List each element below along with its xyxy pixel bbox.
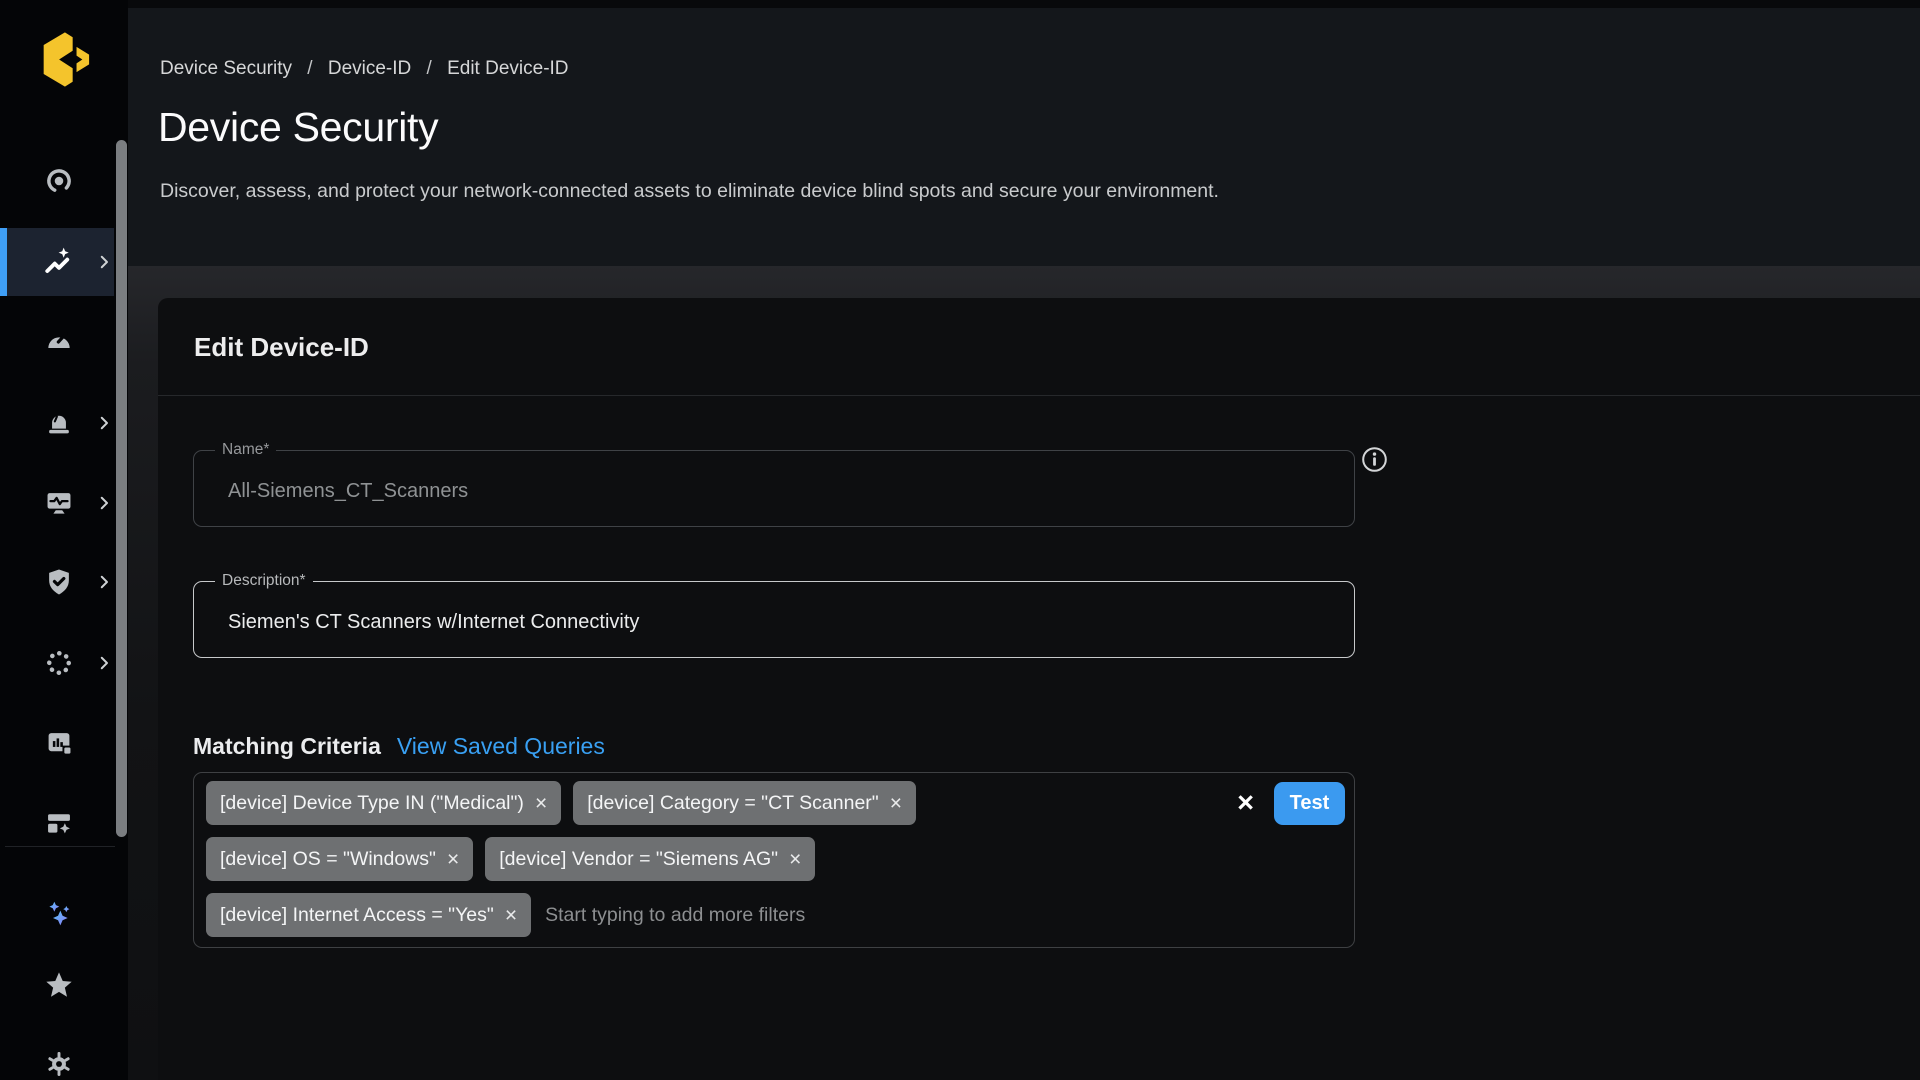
description-field-label: Description* xyxy=(215,572,313,590)
view-saved-queries-link[interactable]: View Saved Queries xyxy=(397,733,605,760)
sidebar-item-discovery[interactable] xyxy=(0,629,114,697)
filter-chip-label: [device] Vendor = "Siemens AG" xyxy=(499,848,778,871)
filter-chip-label: [device] Category = "CT Scanner" xyxy=(587,792,879,815)
breadcrumb-item-device-id[interactable]: Device-ID xyxy=(328,58,411,79)
star-icon xyxy=(43,969,75,1001)
clear-filters-button[interactable]: × xyxy=(1235,789,1256,818)
sidebar-item-protection[interactable] xyxy=(0,548,114,616)
chevron-right-icon xyxy=(95,253,113,271)
filter-chip-row: [device] Device Type IN ("Medical") × [d… xyxy=(206,781,1342,825)
breadcrumb-separator: / xyxy=(307,58,312,79)
sidebar-item-reports[interactable] xyxy=(0,710,114,778)
page-header: Device Security / Device-ID / Edit Devic… xyxy=(128,8,1920,266)
sidebar xyxy=(0,0,128,1080)
content-area: Edit Device-ID Name* Description* Matchi… xyxy=(128,266,1920,1080)
panel-sparkle-icon xyxy=(43,807,75,839)
description-input[interactable] xyxy=(226,610,1306,635)
gear-icon xyxy=(43,1048,75,1080)
filter-chip-device-type[interactable]: [device] Device Type IN ("Medical") × xyxy=(206,781,561,825)
sidebar-item-alerts[interactable] xyxy=(0,389,114,457)
report-chart-icon xyxy=(43,728,75,760)
shield-check-icon xyxy=(43,566,75,598)
filter-chip-vendor[interactable]: [device] Vendor = "Siemens AG" × xyxy=(485,837,815,881)
filter-chip-label: [device] Device Type IN ("Medical") xyxy=(220,792,524,815)
filter-chip-os[interactable]: [device] OS = "Windows" × xyxy=(206,837,473,881)
breadcrumb-item-device-security[interactable]: Device Security xyxy=(160,58,292,79)
card-title-divider xyxy=(158,395,1920,396)
split-hexagon-logo-icon xyxy=(34,26,92,93)
chevron-right-icon xyxy=(95,654,113,672)
sidebar-divider xyxy=(5,846,115,847)
radar-target-icon xyxy=(43,165,75,197)
monitor-pulse-icon xyxy=(43,487,75,519)
page-subtitle: Discover, assess, and protect your netwo… xyxy=(160,180,1219,203)
chevron-right-icon xyxy=(95,414,113,432)
chip-remove-icon[interactable]: × xyxy=(535,793,547,814)
sidebar-item-settings[interactable] xyxy=(0,1030,114,1080)
sidebar-item-trends[interactable] xyxy=(0,228,114,296)
chip-remove-icon[interactable]: × xyxy=(447,849,459,870)
filter-chip-internet-access[interactable]: [device] Internet Access = "Yes" × xyxy=(206,893,531,937)
card-title: Edit Device-ID xyxy=(194,332,369,363)
name-input[interactable] xyxy=(226,479,1306,504)
filter-chip-label: [device] OS = "Windows" xyxy=(220,848,436,871)
add-filter-input[interactable] xyxy=(543,893,1342,937)
app-window: Device Security / Device-ID / Edit Devic… xyxy=(0,0,1920,1080)
sidebar-item-monitoring[interactable] xyxy=(0,469,114,537)
ai-sparkles-icon xyxy=(43,898,75,930)
chip-remove-icon[interactable]: × xyxy=(890,793,902,814)
filter-controls: × Test xyxy=(1235,781,1345,825)
sidebar-scrollbar[interactable] xyxy=(116,140,127,837)
dotted-ring-icon xyxy=(43,647,75,679)
matching-criteria-filterbox: [device] Device Type IN ("Medical") × [d… xyxy=(193,772,1355,948)
chevron-right-icon xyxy=(95,573,113,591)
description-field: Description* xyxy=(193,572,1355,658)
gauge-icon xyxy=(43,324,75,356)
page-title: Device Security xyxy=(158,104,438,151)
info-circle-icon xyxy=(1361,446,1388,473)
name-field-label: Name* xyxy=(215,441,276,459)
breadcrumb-item-edit-device-id[interactable]: Edit Device-ID xyxy=(447,58,568,79)
chip-remove-icon[interactable]: × xyxy=(505,905,517,926)
siren-icon xyxy=(43,407,75,439)
matching-criteria-header: Matching Criteria View Saved Queries xyxy=(193,733,605,760)
filter-chip-category[interactable]: [device] Category = "CT Scanner" × xyxy=(573,781,916,825)
trend-sparkle-icon xyxy=(43,246,75,278)
edit-device-id-card: Edit Device-ID Name* Description* Matchi… xyxy=(158,298,1920,1080)
breadcrumb: Device Security / Device-ID / Edit Devic… xyxy=(160,58,569,80)
breadcrumb-separator: / xyxy=(427,58,432,79)
chip-remove-icon[interactable]: × xyxy=(789,849,801,870)
sidebar-item-ai-assistant[interactable] xyxy=(0,880,114,948)
test-button[interactable]: Test xyxy=(1274,782,1345,825)
sidebar-item-gauge[interactable] xyxy=(0,306,114,374)
filter-chip-row: [device] OS = "Windows" × [device] Vendo… xyxy=(206,837,1342,881)
matching-criteria-heading: Matching Criteria xyxy=(193,733,381,760)
sidebar-item-radar[interactable] xyxy=(0,147,114,215)
filter-chip-rows: [device] Device Type IN ("Medical") × [d… xyxy=(206,781,1342,937)
filter-chip-label: [device] Internet Access = "Yes" xyxy=(220,904,494,927)
filter-chip-row: [device] Internet Access = "Yes" × xyxy=(206,893,1342,937)
chevron-right-icon xyxy=(95,494,113,512)
app-logo[interactable] xyxy=(34,26,92,94)
info-icon[interactable] xyxy=(1361,446,1388,473)
name-field: Name* xyxy=(193,441,1355,527)
sidebar-item-favorites[interactable] xyxy=(0,951,114,1019)
